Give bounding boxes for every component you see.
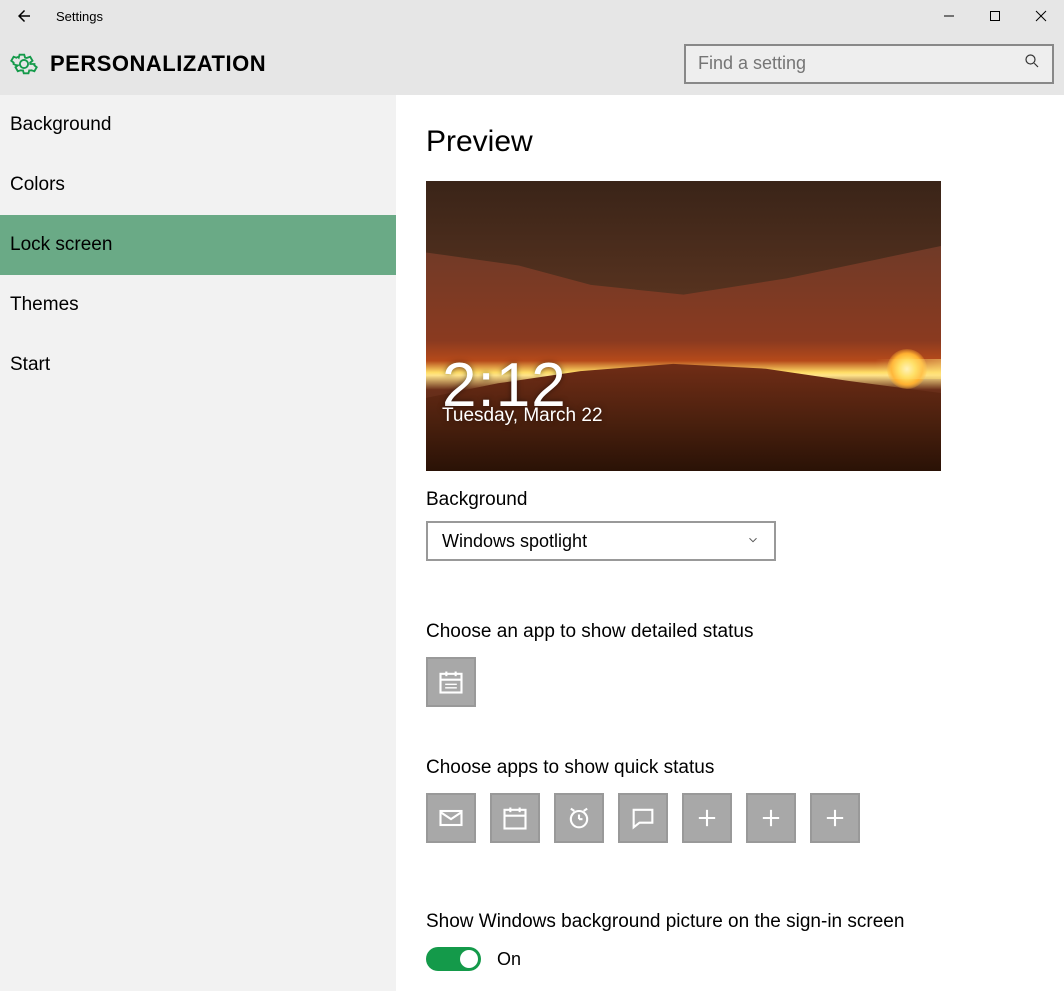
search-input[interactable] bbox=[686, 53, 1012, 74]
signin-bg-toggle[interactable] bbox=[426, 947, 481, 971]
detailed-status-label: Choose an app to show detailed status bbox=[426, 621, 1034, 643]
sidebar-item-colors[interactable]: Colors bbox=[0, 155, 396, 215]
quick-status-app-add-2[interactable] bbox=[746, 793, 796, 843]
quick-status-label: Choose apps to show quick status bbox=[426, 757, 1034, 779]
preview-heading: Preview bbox=[426, 125, 1034, 159]
quick-status-app-mail[interactable] bbox=[426, 793, 476, 843]
content: Preview 2:12 Tuesday, March 22 Backgroun… bbox=[396, 95, 1064, 991]
search-icon[interactable] bbox=[1012, 52, 1052, 75]
plus-icon bbox=[757, 804, 785, 832]
back-button[interactable] bbox=[0, 0, 48, 32]
chat-icon bbox=[629, 804, 657, 832]
quick-status-app-add-1[interactable] bbox=[682, 793, 732, 843]
window-controls bbox=[926, 0, 1064, 32]
close-button[interactable] bbox=[1018, 0, 1064, 32]
quick-status-app-messaging[interactable] bbox=[618, 793, 668, 843]
signin-bg-state: On bbox=[497, 949, 521, 970]
detailed-status-app-calendar[interactable] bbox=[426, 657, 476, 707]
background-selected: Windows spotlight bbox=[442, 531, 587, 552]
back-arrow-icon bbox=[15, 7, 33, 25]
gear-icon bbox=[10, 50, 38, 78]
sidebar-item-start[interactable]: Start bbox=[0, 335, 396, 395]
close-icon bbox=[1035, 10, 1047, 22]
lock-screen-preview: 2:12 Tuesday, March 22 bbox=[426, 181, 941, 471]
sidebar-item-label: Lock screen bbox=[10, 234, 112, 256]
sidebar-item-label: Themes bbox=[10, 294, 79, 316]
minimize-button[interactable] bbox=[926, 0, 972, 32]
sidebar-item-lock-screen[interactable]: Lock screen bbox=[0, 215, 396, 275]
signin-bg-label: Show Windows background picture on the s… bbox=[426, 911, 1034, 933]
plus-icon bbox=[821, 804, 849, 832]
sidebar: Background Colors Lock screen Themes Sta… bbox=[0, 95, 396, 991]
sidebar-item-label: Start bbox=[10, 354, 50, 376]
mail-icon bbox=[437, 804, 465, 832]
background-dropdown[interactable]: Windows spotlight bbox=[426, 521, 776, 561]
minimize-icon bbox=[943, 10, 955, 22]
preview-date: Tuesday, March 22 bbox=[442, 405, 603, 427]
header: PERSONALIZATION bbox=[0, 32, 1064, 95]
plus-icon bbox=[693, 804, 721, 832]
maximize-button[interactable] bbox=[972, 0, 1018, 32]
sidebar-item-themes[interactable]: Themes bbox=[0, 275, 396, 335]
alarm-icon bbox=[565, 804, 593, 832]
quick-status-app-add-3[interactable] bbox=[810, 793, 860, 843]
sidebar-item-label: Colors bbox=[10, 174, 65, 196]
sidebar-item-background[interactable]: Background bbox=[0, 95, 396, 155]
titlebar: Settings bbox=[0, 0, 1064, 32]
window-title: Settings bbox=[48, 9, 103, 24]
quick-status-app-alarm[interactable] bbox=[554, 793, 604, 843]
maximize-icon bbox=[989, 10, 1001, 22]
quick-status-app-calendar[interactable] bbox=[490, 793, 540, 843]
sidebar-item-label: Background bbox=[10, 114, 111, 136]
calendar-icon bbox=[501, 804, 529, 832]
background-label: Background bbox=[426, 489, 1034, 511]
chevron-down-icon bbox=[746, 531, 760, 552]
search-box[interactable] bbox=[684, 44, 1054, 84]
section-title: PERSONALIZATION bbox=[50, 51, 266, 77]
calendar-icon bbox=[437, 668, 465, 696]
